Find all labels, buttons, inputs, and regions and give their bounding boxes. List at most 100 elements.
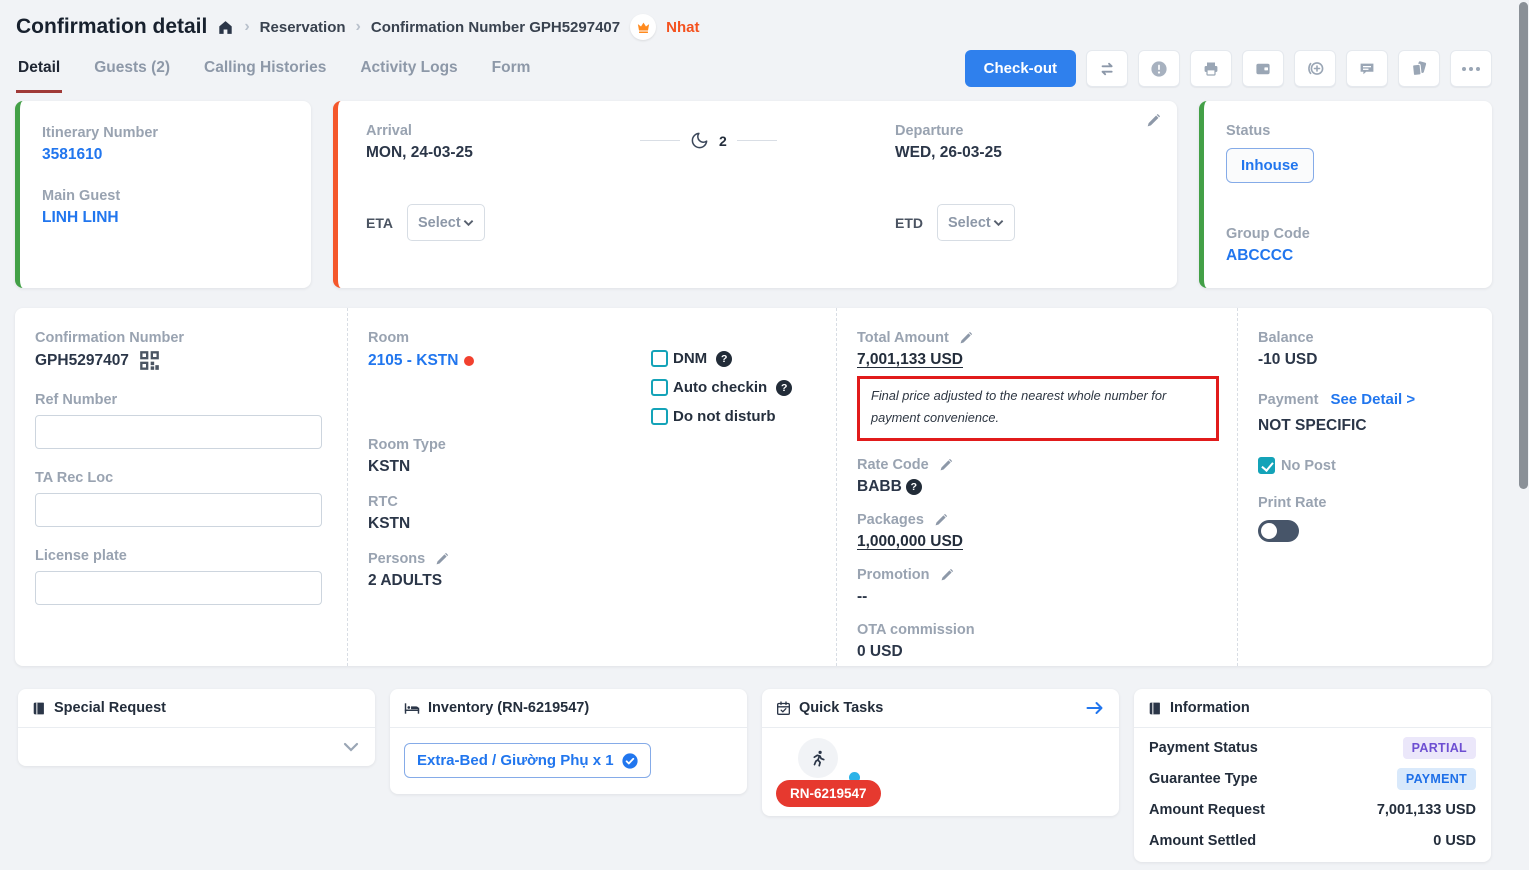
ota-commission-label: OTA commission (857, 622, 1217, 638)
inventory-card: Inventory (RN-6219547) Extra-Bed / Giườn… (390, 689, 747, 794)
arrival-date: MON, 24-03-25 (366, 144, 473, 162)
task-avatar[interactable] (798, 738, 838, 778)
dnm-checkbox[interactable] (651, 350, 668, 367)
swap-button[interactable] (1086, 50, 1128, 87)
do-not-disturb-label: Do not disturb (673, 408, 775, 425)
dnm-checkbox-row[interactable]: DNM (651, 350, 792, 367)
room-link[interactable]: 2105 - KSTN (368, 352, 458, 370)
guarantee-type-label: Guarantee Type (1149, 771, 1258, 787)
tab-guests[interactable]: Guests (2) (92, 51, 172, 93)
more-button[interactable] (1450, 50, 1492, 87)
chevron-down-icon (993, 219, 1004, 227)
main-guest-link[interactable]: LINH LINH (42, 209, 289, 227)
packages-value[interactable]: 1,000,000 USD (857, 533, 1217, 551)
status-badge[interactable]: Inhouse (1226, 148, 1314, 183)
room-status-dot (464, 356, 474, 366)
breadcrumb-separator-icon (244, 18, 249, 36)
confirmation-number-label: Confirmation Number (35, 330, 327, 346)
qr-code-icon[interactable] (139, 350, 160, 371)
print-button[interactable] (1190, 50, 1232, 87)
etd-select-value: Select (948, 215, 991, 231)
do-not-disturb-checkbox[interactable] (651, 408, 668, 425)
toggle-knob (1261, 523, 1277, 539)
quick-tasks-arrow-icon[interactable] (1085, 700, 1105, 716)
price-note-text: Final price adjusted to the nearest whol… (871, 385, 1205, 430)
quick-tasks-card: Quick Tasks RN-6219547 (762, 689, 1119, 816)
price-note-annotation-box: Final price adjusted to the nearest whol… (857, 376, 1219, 441)
special-request-title: Special Request (54, 700, 166, 716)
information-title: Information (1170, 700, 1250, 716)
no-post-checkbox[interactable] (1258, 457, 1275, 474)
rate-code-help-icon[interactable] (906, 479, 922, 495)
auto-checkin-checkbox[interactable] (651, 379, 668, 396)
group-code-link[interactable]: ABCCCC (1226, 247, 1470, 265)
swap-icon (1098, 60, 1116, 78)
eta-label: ETA (366, 215, 393, 231)
rate-code-label: Rate Code (857, 457, 929, 473)
info-row-amount-settled: Amount Settled 0 USD (1134, 825, 1491, 856)
inventory-title: Inventory (RN-6219547) (428, 700, 589, 716)
main-guest-label: Main Guest (42, 188, 289, 204)
edit-promotion-pencil-icon[interactable] (940, 568, 954, 582)
guarantee-type-badge: PAYMENT (1397, 768, 1476, 790)
comment-button[interactable] (1346, 50, 1388, 87)
itinerary-number-link[interactable]: 3581610 (42, 146, 289, 164)
wallet-button[interactable] (1242, 50, 1284, 87)
tabs: Detail Guests (2) Calling Histories Acti… (16, 51, 532, 93)
action-toolbar: Check-out (965, 50, 1492, 93)
eta-select[interactable]: Select (407, 204, 485, 241)
rtc-value: KSTN (368, 515, 816, 533)
dnm-help-icon[interactable] (716, 351, 732, 367)
crown-icon[interactable] (630, 14, 656, 40)
do-not-disturb-checkbox-row[interactable]: Do not disturb (651, 408, 792, 425)
print-rate-toggle[interactable] (1258, 520, 1299, 542)
book-icon (32, 701, 46, 716)
inventory-item-chip[interactable]: Extra-Bed / Giường Phụ x 1 (404, 743, 651, 778)
auto-checkin-help-icon[interactable] (776, 380, 792, 396)
coin-plus-button[interactable] (1294, 50, 1336, 87)
scrollbar-thumb[interactable] (1519, 2, 1528, 489)
comment-icon (1358, 60, 1376, 78)
persons-label: Persons (368, 551, 425, 567)
page-header: Confirmation detail Reservation Confirma… (0, 0, 1529, 40)
page-title: Confirmation detail (16, 15, 207, 39)
tab-toolbar-row: Detail Guests (2) Calling Histories Acti… (0, 40, 1529, 93)
total-amount-value[interactable]: 7,001,133 USD (857, 351, 1217, 369)
home-icon[interactable] (217, 19, 234, 36)
tab-detail[interactable]: Detail (16, 51, 62, 93)
room-column: Room 2105 - KSTN DNM Auto checkin (348, 308, 837, 666)
ta-rec-loc-label: TA Rec Loc (35, 470, 327, 486)
tab-calling-histories[interactable]: Calling Histories (202, 51, 328, 93)
tab-form[interactable]: Form (490, 51, 533, 93)
edit-persons-pencil-icon[interactable] (435, 552, 449, 566)
ref-number-input[interactable] (35, 415, 322, 449)
status-label: Status (1226, 123, 1470, 139)
payment-see-detail-link[interactable]: See Detail > (1330, 391, 1415, 408)
no-post-checkbox-row[interactable]: No Post (1258, 457, 1472, 474)
task-badge[interactable]: RN-6219547 (776, 780, 881, 807)
user-name[interactable]: Nhat (666, 19, 699, 36)
edit-total-amount-pencil-icon[interactable] (959, 331, 973, 345)
cards-button[interactable] (1398, 50, 1440, 87)
ta-rec-loc-input[interactable] (35, 493, 322, 527)
amount-request-value: 7,001,133 USD (1377, 802, 1476, 818)
check-out-button[interactable]: Check-out (965, 50, 1076, 87)
auto-checkin-checkbox-row[interactable]: Auto checkin (651, 379, 792, 396)
balance-label: Balance (1258, 330, 1472, 346)
etd-select[interactable]: Select (937, 204, 1015, 241)
expand-chevron-icon[interactable] (343, 742, 359, 752)
tab-activity-logs[interactable]: Activity Logs (358, 51, 459, 93)
breadcrumb-reservation[interactable]: Reservation (260, 19, 346, 36)
license-plate-input[interactable] (35, 571, 322, 605)
edit-packages-pencil-icon[interactable] (934, 513, 948, 527)
departure-label: Departure (895, 123, 1002, 139)
promotion-value: -- (857, 588, 1217, 606)
status-card: Status Inhouse Group Code ABCCCC (1199, 101, 1492, 288)
promotion-label: Promotion (857, 567, 930, 583)
edit-rate-code-pencil-icon[interactable] (939, 458, 953, 472)
edit-dates-pencil-icon[interactable] (1146, 113, 1161, 133)
departure-date: WED, 26-03-25 (895, 144, 1002, 162)
group-code-label: Group Code (1226, 226, 1470, 242)
alert-button[interactable] (1138, 50, 1180, 87)
dnm-label: DNM (673, 350, 707, 367)
